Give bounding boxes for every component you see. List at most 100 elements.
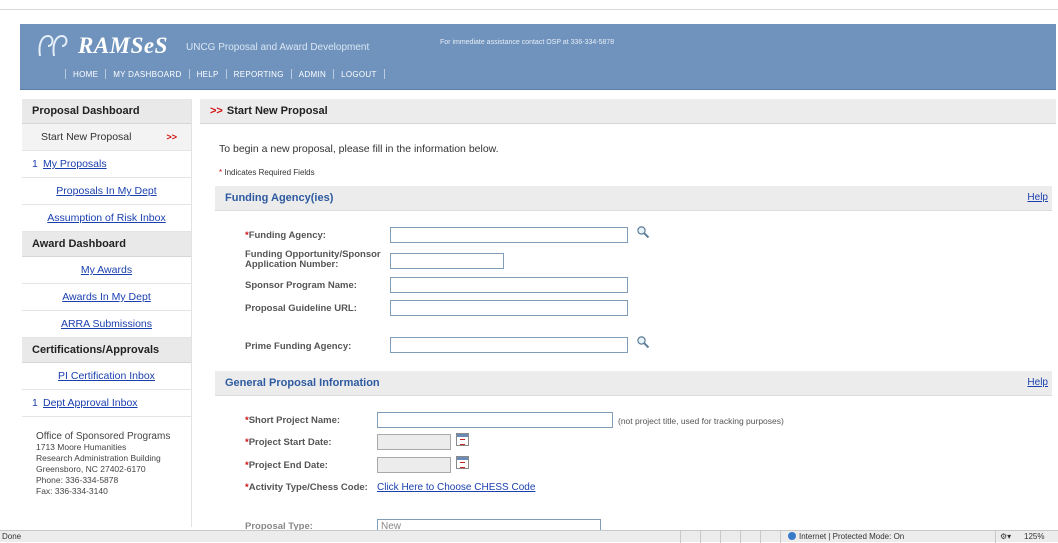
page-title-text: Start New Proposal [226,105,328,117]
sidebar: Proposal Dashboard Start New Proposal >>… [22,99,192,527]
section-title: Funding Agency(ies) [225,192,334,204]
funding-opportunity-label: Funding Opportunity/Sponsor Application … [245,249,381,270]
general-proposal-section-header: General Proposal Information Help [215,371,1052,396]
browser-status-bar: Done Internet | Protected Mode: On ⚙▾ 12… [0,530,1058,543]
nav-separator [290,69,292,79]
calendar-icon[interactable] [456,456,469,469]
status-divider [760,531,761,543]
nav-my-dashboard[interactable]: MY DASHBOARD [113,70,181,79]
sidebar-item-arra-submissions[interactable]: ARRA Submissions [22,311,191,338]
status-divider [995,531,996,543]
search-icon[interactable] [636,225,650,239]
office-line: Research Administration Building [36,453,161,463]
contact-info: For immediate assistance contact OSP at … [440,39,615,46]
project-end-date-label: *Project End Date: [245,460,328,471]
funding-agency-input[interactable] [390,227,628,243]
proposal-dashboard-heading: Proposal Dashboard [22,99,191,124]
sidebar-item-label[interactable]: My Awards [81,264,132,276]
nav-separator [188,69,190,79]
office-address: Office of Sponsored Programs 1713 Moore … [22,417,191,497]
security-zone[interactable]: Internet | Protected Mode: On [788,532,904,541]
sidebar-item-proposals-in-my-dept[interactable]: Proposals In My Dept [22,178,191,205]
proposal-guideline-input[interactable] [390,300,628,316]
help-link[interactable]: Help [1027,192,1048,203]
choose-chess-code-link[interactable]: Click Here to Choose CHESS Code [377,482,535,493]
sidebar-item-label[interactable]: Dept Approval Inbox [43,397,138,409]
ramses-logo-icon [38,34,68,57]
active-arrow-icon: >> [166,132,177,142]
nav-separator [105,69,107,79]
section-title: General Proposal Information [225,377,380,389]
sidebar-item-label[interactable]: Proposals In My Dept [56,185,156,197]
short-project-name-label: *Short Project Name: [245,415,341,426]
sidebar-item-my-awards[interactable]: My Awards [22,257,191,284]
status-divider [780,531,781,543]
status-divider [680,531,681,543]
status-divider [740,531,741,543]
help-link[interactable]: Help [1027,377,1048,388]
project-start-date-input[interactable] [377,434,451,450]
title-arrow-icon: >> [210,105,223,117]
sidebar-item-label[interactable]: Awards In My Dept [62,291,151,303]
calendar-icon[interactable] [456,433,469,446]
funding-agency-section-header: Funding Agency(ies) Help [215,186,1052,211]
sidebar-item-my-proposals[interactable]: 1 My Proposals [22,151,191,178]
certifications-heading: Certifications/Approvals [22,338,191,363]
office-line: 1713 Moore Humanities [36,442,127,452]
status-text: Done [2,532,22,541]
search-icon[interactable] [636,335,650,349]
required-star: * [219,168,223,177]
office-name: Office of Sponsored Programs [36,431,171,442]
prime-funding-agency-input[interactable] [390,337,628,353]
sidebar-item-awards-in-my-dept[interactable]: Awards In My Dept [22,284,191,311]
sidebar-item-dept-approval[interactable]: 1 Dept Approval Inbox [22,390,191,417]
globe-icon [788,532,796,540]
office-line: Greensboro, NC 27402-6170 [36,464,146,474]
award-dashboard-heading: Award Dashboard [22,232,191,257]
nav-help[interactable]: HELP [197,70,219,79]
required-note: * Indicates Required Fields [219,168,315,177]
required-note-text: Indicates Required Fields [224,168,315,177]
sidebar-item-pi-certification[interactable]: PI Certification Inbox [22,363,191,390]
sidebar-item-label[interactable]: Assumption of Risk Inbox [47,212,165,224]
status-divider [720,531,721,543]
short-project-name-input[interactable] [377,412,613,428]
nav-reporting[interactable]: REPORTING [234,70,284,79]
funding-agency-label: *Funding Agency: [245,230,326,241]
protected-mode-icon[interactable]: ⚙▾ [1000,532,1011,541]
sidebar-item-start-new-proposal[interactable]: Start New Proposal >> [22,124,191,151]
nav-separator [225,69,227,79]
main-content: >> Start New Proposal To begin a new prop… [200,99,1056,535]
sidebar-item-label[interactable]: ARRA Submissions [61,318,152,330]
nav-separator [333,69,335,79]
nav-home[interactable]: HOME [73,70,98,79]
status-divider [700,531,701,543]
sidebar-item-label[interactable]: PI Certification Inbox [58,370,155,382]
my-proposals-count: 1 [32,158,38,170]
nav-separator [65,69,66,79]
app-subtitle: UNCG Proposal and Award Development [186,42,370,53]
project-end-date-input[interactable] [377,457,451,473]
prime-funding-agency-label: Prime Funding Agency: [245,341,352,352]
sidebar-item-assumption-of-risk[interactable]: Assumption of Risk Inbox [22,205,191,232]
funding-opportunity-input[interactable] [390,253,504,269]
sidebar-item-label[interactable]: My Proposals [43,158,107,170]
office-fax: Fax: 336-334-3140 [36,486,108,496]
activity-type-label: *Activity Type/Chess Code: [245,482,368,493]
nav-logout[interactable]: LOGOUT [341,70,377,79]
proposal-guideline-label: Proposal Guideline URL: [245,303,357,314]
top-nav: HOME MY DASHBOARD HELP REPORTING ADMIN L… [58,69,392,79]
app-name: RAMSeS [78,33,168,58]
nav-separator [383,69,385,79]
short-name-note: (not project title, used for tracking pu… [618,416,784,426]
dept-approval-count: 1 [32,397,38,409]
office-phone: Phone: 336-334-5878 [36,475,119,485]
browser-top-edge [0,0,1058,10]
sidebar-item-label: Start New Proposal [41,131,132,143]
zoom-level[interactable]: 125% [1024,532,1044,541]
nav-admin[interactable]: ADMIN [299,70,326,79]
page-title: >> Start New Proposal [200,99,1056,124]
sponsor-program-input[interactable] [390,277,628,293]
app-header: RAMSeS UNCG Proposal and Award Developme… [20,24,1056,90]
intro-text: To begin a new proposal, please fill in … [219,143,499,155]
